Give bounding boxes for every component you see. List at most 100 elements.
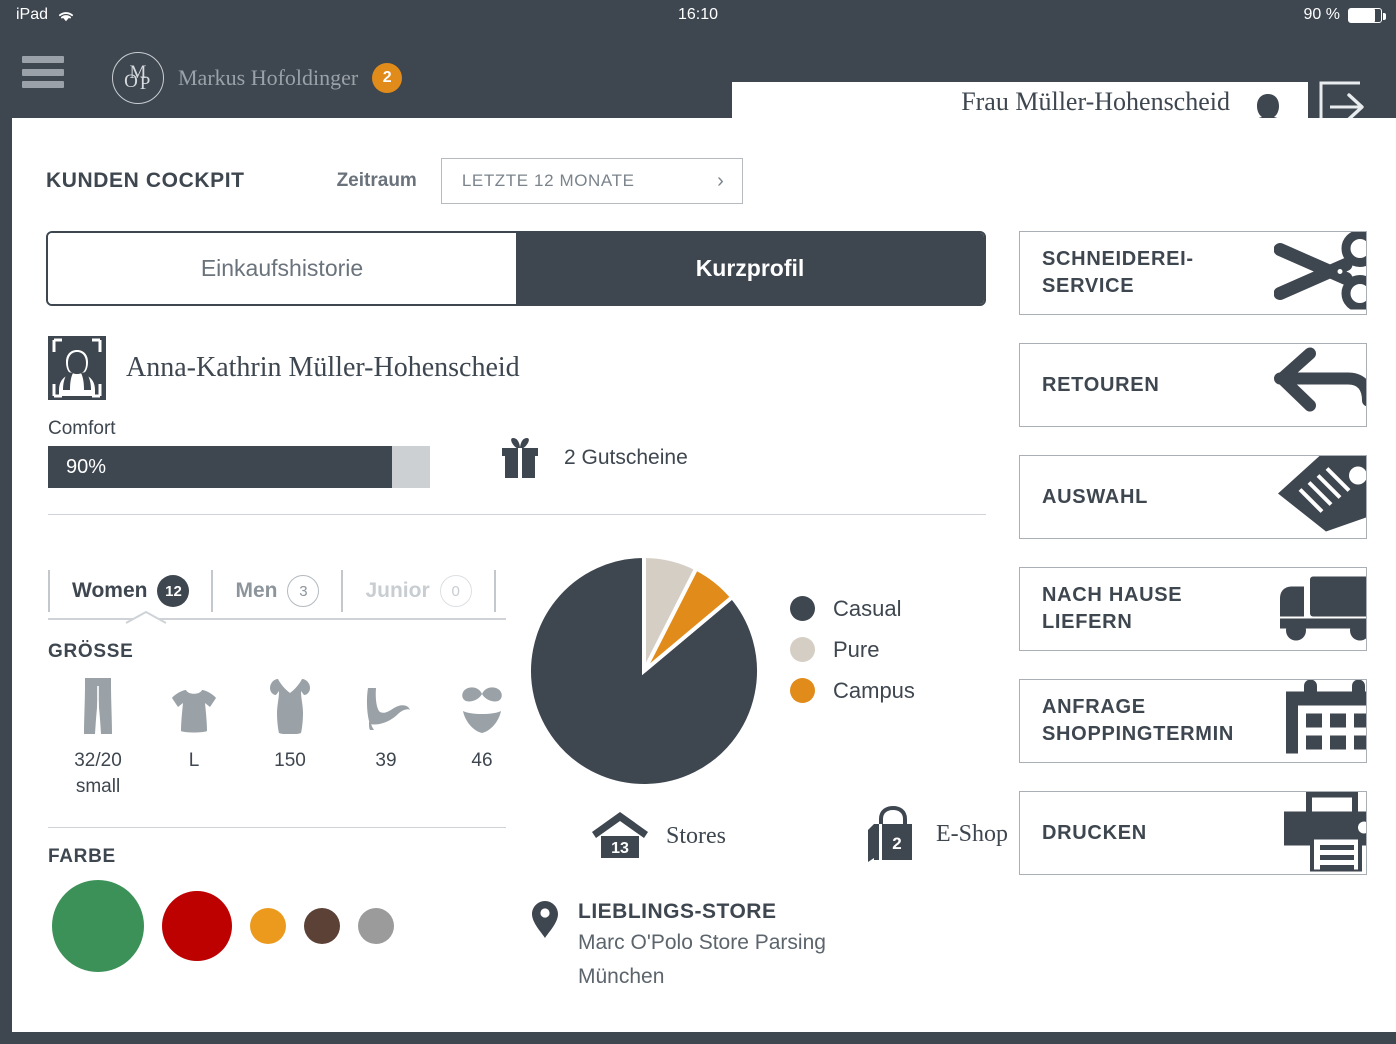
size-item-dress: 150 xyxy=(242,678,338,799)
action-label-drucken: DRUCKEN xyxy=(1042,821,1147,844)
customer-name: Frau Müller-Hohenscheid xyxy=(961,87,1230,117)
svg-text:P: P xyxy=(140,73,151,94)
pie-legend: Casual Pure Campus xyxy=(790,588,915,711)
tab-einkaufshistorie[interactable]: Einkaufshistorie xyxy=(48,233,516,304)
action-label-schneiderei: SCHNEIDEREI- SERVICE xyxy=(1042,248,1194,297)
segment-underline xyxy=(48,618,506,620)
segment-junior-count: 0 xyxy=(439,575,472,607)
shopping-bag-icon: 2 xyxy=(868,806,912,862)
eshop-label: E-Shop xyxy=(936,820,1008,847)
sizes-section-title: GRÖSSE xyxy=(48,641,134,662)
dress-icon xyxy=(268,678,312,734)
price-tag-icon xyxy=(1276,456,1366,538)
style-pie-chart xyxy=(527,553,761,792)
color-dot-brown xyxy=(304,908,340,944)
size-value-dress: 150 xyxy=(274,750,306,771)
channel-eshop: 2 E-Shop xyxy=(866,806,1008,862)
notification-badge[interactable]: 2 xyxy=(372,63,403,93)
action-label-shoppingtermin: ANFRAGE SHOPPINGTERMIN xyxy=(1042,696,1235,745)
size-item-tshirt: L xyxy=(146,678,242,799)
action-schneiderei-service[interactable]: SCHNEIDEREI- SERVICE xyxy=(1019,231,1367,315)
segment-women[interactable]: Women 12 xyxy=(48,570,211,612)
channel-stores: 13 Stores xyxy=(590,810,726,862)
eshop-count: 2 xyxy=(892,834,901,853)
map-pin-icon xyxy=(532,901,558,938)
comfort-progress-bar: 90% xyxy=(48,446,430,488)
period-field-label: Zeitraum xyxy=(336,170,417,191)
brand-block: M O P Markus Hofoldinger 2 xyxy=(112,52,403,104)
legend-label-pure: Pure xyxy=(833,636,880,662)
legend-item-casual: Casual xyxy=(790,588,915,629)
gift-icon xyxy=(502,438,538,478)
return-arrow-icon xyxy=(1274,346,1366,425)
divider-top xyxy=(48,514,986,515)
size-item-shoe: 39 xyxy=(338,678,434,799)
status-clock: 16:10 xyxy=(677,6,719,23)
tab-kurzprofil[interactable]: Kurzprofil xyxy=(516,233,984,304)
ios-status-bar: iPad 16:10 90 % xyxy=(0,0,1396,30)
store-house-icon: 13 xyxy=(592,812,648,858)
period-selector[interactable]: LETZTE 12 MONATE › xyxy=(440,158,743,204)
chevron-right-icon: › xyxy=(717,169,724,192)
voucher-block: 2 Gutscheine xyxy=(496,436,688,480)
legend-label-casual: Casual xyxy=(833,595,902,621)
content-card: KUNDEN COCKPIT Zeitraum LETZTE 12 MONATE… xyxy=(6,118,1396,1038)
calendar-icon xyxy=(1280,680,1366,762)
segment-men[interactable]: Men 3 xyxy=(211,570,341,612)
favorite-store-title: LIEBLINGS-STORE xyxy=(578,900,777,923)
profile-customer-name: Anna-Kathrin Müller-Hohenscheid xyxy=(126,352,520,383)
channel-stats: 13 Stores 2 E-Shop xyxy=(590,806,1008,862)
hamburger-menu-icon[interactable] xyxy=(22,56,64,88)
stores-label: Stores xyxy=(666,822,726,849)
segment-men-label: Men xyxy=(235,579,278,602)
pants-icon xyxy=(78,678,118,734)
app-header: M O P Markus Hofoldinger 2 Frau Müller-H… xyxy=(0,30,1396,148)
segment-junior[interactable]: Junior 0 xyxy=(341,570,496,612)
action-nach-hause-liefern[interactable]: NACH HAUSE LIEFERN xyxy=(1019,567,1367,651)
favorite-store-block: LIEBLINGS-STORE Marc O'Polo Store Parsin… xyxy=(530,900,826,993)
bikini-icon xyxy=(457,678,507,734)
customer-portrait-icon xyxy=(48,336,106,400)
size-value-pants: 32/20 small xyxy=(74,750,122,797)
segment-women-count: 12 xyxy=(157,575,190,607)
colors-section-title: FARBE xyxy=(48,846,116,867)
segment-active-caret-icon xyxy=(124,610,168,629)
profile-header: Anna-Kathrin Müller-Hohenscheid xyxy=(48,336,520,400)
color-dot-dark-red xyxy=(162,891,232,961)
legend-dot-casual xyxy=(790,596,815,621)
size-value-bikini: 46 xyxy=(471,750,493,771)
status-right: 90 % xyxy=(1304,6,1386,24)
legend-dot-campus xyxy=(790,678,815,703)
action-auswahl[interactable]: AUSWAHL xyxy=(1019,455,1367,539)
segment-women-label: Women xyxy=(72,579,148,602)
marc-o-polo-logo-icon: M O P xyxy=(112,52,164,104)
legend-item-pure: Pure xyxy=(790,629,915,670)
action-label-auswahl: AUSWAHL xyxy=(1042,485,1149,508)
favorite-store-text: LIEBLINGS-STORE Marc O'Polo Store Parsin… xyxy=(578,900,826,993)
voucher-text: 2 Gutscheine xyxy=(564,446,688,469)
high-heel-shoe-icon xyxy=(360,678,412,734)
svg-text:O: O xyxy=(124,71,138,92)
size-value-shoe: 39 xyxy=(375,750,397,771)
logged-in-user-name: Markus Hofoldinger xyxy=(178,65,359,90)
comfort-label: Comfort xyxy=(48,418,116,439)
color-dot-orange xyxy=(250,908,286,944)
colors-list xyxy=(52,880,394,972)
battery-icon xyxy=(1348,7,1386,23)
size-item-pants: 32/20 small xyxy=(50,678,146,799)
action-retouren[interactable]: RETOUREN xyxy=(1019,343,1367,427)
action-drucken[interactable]: DRUCKEN xyxy=(1019,791,1367,875)
scissors-icon xyxy=(1273,232,1366,314)
action-button-list: SCHNEIDEREI- SERVICE RETOUREN AUSWAHL NA… xyxy=(1019,231,1367,903)
legend-dot-pure xyxy=(790,637,815,662)
segment-junior-label: Junior xyxy=(365,579,430,602)
printer-icon xyxy=(1276,792,1366,874)
page-header-row: KUNDEN COCKPIT Zeitraum LETZTE 12 MONATE… xyxy=(46,158,743,204)
view-tabs: Einkaufshistorie Kurzprofil xyxy=(46,231,986,306)
action-label-liefern: NACH HAUSE LIEFERN xyxy=(1042,584,1183,633)
legend-label-campus: Campus xyxy=(833,677,915,703)
action-anfrage-shoppingtermin[interactable]: ANFRAGE SHOPPINGTERMIN xyxy=(1019,679,1367,763)
category-segments: Women 12 Men 3 Junior 0 xyxy=(48,570,496,612)
period-value: LETZTE 12 MONATE xyxy=(461,171,635,190)
legend-item-campus: Campus xyxy=(790,670,915,711)
